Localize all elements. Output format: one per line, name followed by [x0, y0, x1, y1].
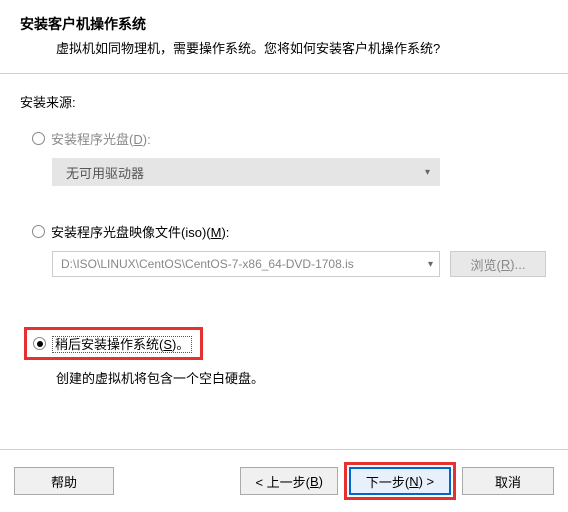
iso-path-value: D:\ISO\LINUX\CentOS\CentOS-7-x86_64-DVD-… — [61, 257, 354, 271]
disc-drive-dropdown[interactable]: 无可用驱动器 ▾ — [52, 158, 440, 186]
chevron-down-icon: ▾ — [425, 167, 430, 178]
cancel-button[interactable]: 取消 — [462, 467, 554, 495]
radio-installer-disc[interactable] — [32, 132, 45, 145]
wizard-footer: 帮助 < 上一步(B) 下一步(N) > 取消 — [0, 449, 568, 512]
next-button[interactable]: 下一步(N) > — [349, 467, 451, 495]
option-iso-image: 安装程序光盘映像文件(iso)(M): D:\ISO\LINUX\CentOS\… — [20, 222, 548, 277]
radio-installer-disc-label: 安装程序光盘(D): — [51, 129, 151, 148]
radio-iso-image[interactable] — [32, 225, 45, 238]
wizard-header: 安装客户机操作系统 虚拟机如同物理机，需要操作系统。您将如何安装客户机操作系统? — [0, 0, 568, 74]
back-button[interactable]: < 上一步(B) — [240, 467, 338, 495]
chevron-down-icon: ▾ — [428, 259, 433, 270]
radio-install-later[interactable] — [33, 337, 46, 350]
iso-path-input[interactable]: D:\ISO\LINUX\CentOS\CentOS-7-x86_64-DVD-… — [52, 251, 440, 277]
highlight-next-button: 下一步(N) > — [344, 462, 456, 500]
install-later-note: 创建的虚拟机将包含一个空白硬盘。 — [56, 368, 548, 387]
option-install-later: 稍后安装操作系统(S)。 创建的虚拟机将包含一个空白硬盘。 — [24, 327, 548, 387]
page-subtitle: 虚拟机如同物理机，需要操作系统。您将如何安装客户机操作系统? — [20, 38, 548, 57]
highlight-install-later: 稍后安装操作系统(S)。 — [24, 327, 203, 360]
radio-iso-image-label: 安装程序光盘映像文件(iso)(M): — [51, 222, 229, 241]
help-button[interactable]: 帮助 — [14, 467, 114, 495]
page-title: 安装客户机操作系统 — [20, 14, 548, 34]
browse-button[interactable]: 浏览(R)... — [450, 251, 546, 277]
content-area: 安装来源: 安装程序光盘(D): 无可用驱动器 ▾ 安装程序光盘映像文件(iso… — [0, 74, 568, 387]
option-installer-disc: 安装程序光盘(D): 无可用驱动器 ▾ — [20, 129, 548, 186]
disc-drive-value: 无可用驱动器 — [66, 163, 144, 182]
radio-install-later-label: 稍后安装操作系统(S)。 — [52, 334, 192, 353]
install-source-label: 安装来源: — [20, 92, 548, 111]
